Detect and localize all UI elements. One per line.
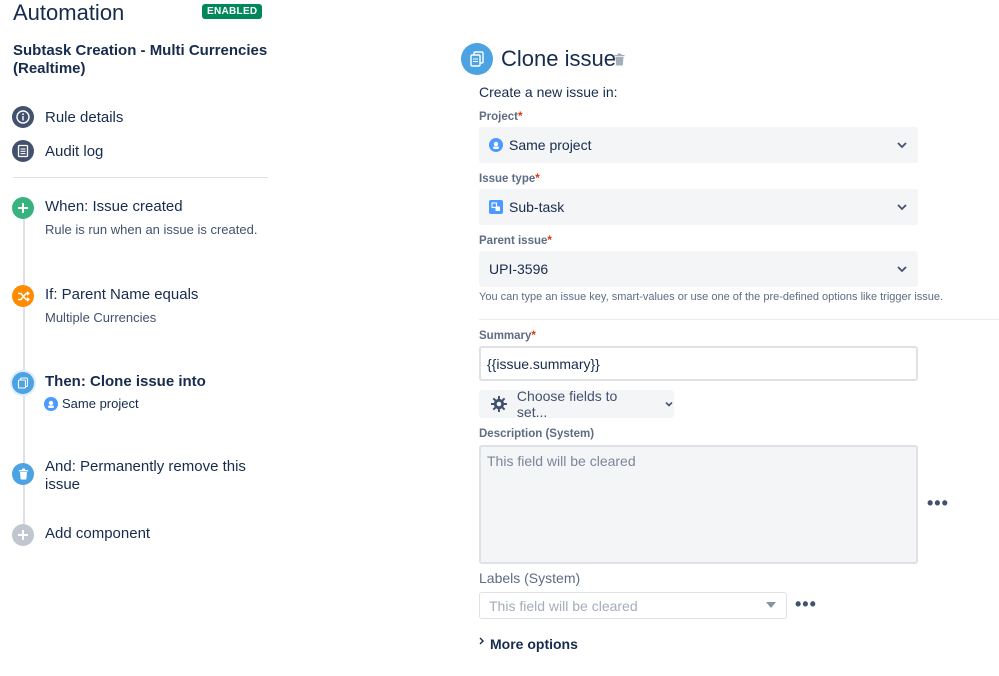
description-textarea[interactable]: This field will be cleared: [479, 445, 918, 564]
gear-icon: [490, 396, 507, 412]
trash-icon: [12, 463, 34, 485]
choose-fields-button[interactable]: Choose fields to set...: [479, 388, 674, 420]
nav-audit-log[interactable]: Audit log: [12, 139, 103, 163]
chevron-down-icon: [897, 204, 907, 211]
parent-issue-help: You can type an issue key, smart-values …: [479, 291, 944, 303]
project-select[interactable]: Same project: [479, 127, 918, 163]
add-component-button[interactable]: Add component: [12, 524, 272, 548]
step-subtitle: Rule is run when an issue is created.: [45, 222, 258, 237]
list-icon: [12, 140, 34, 162]
chevron-down-icon: [665, 401, 673, 407]
step-subtitle: Same project: [62, 396, 139, 411]
caret-down-icon: [766, 602, 776, 608]
step-title: If: Parent Name equals: [45, 286, 199, 303]
more-options-label: More options: [490, 636, 578, 652]
labels-select[interactable]: This field will be cleared: [479, 592, 787, 619]
divider: [13, 177, 268, 178]
rule-name: Subtask Creation - Multi Currencies (Rea…: [13, 42, 268, 77]
status-badge: ENABLED: [202, 4, 263, 19]
issue-type-label: Issue type*: [479, 173, 540, 185]
issue-type-value: Sub-task: [509, 199, 565, 215]
info-icon: [12, 106, 34, 128]
issue-type-select[interactable]: Sub-task: [479, 189, 918, 225]
shuffle-icon: [12, 285, 34, 307]
step-subtitle: Multiple Currencies: [45, 310, 157, 325]
parent-issue-select[interactable]: UPI-3596: [479, 251, 918, 287]
step-subtitle-row: Same project: [44, 396, 139, 411]
plus-icon: [12, 197, 34, 219]
parent-issue-label: Parent issue*: [479, 235, 552, 247]
nav-rule-details[interactable]: Rule details: [12, 105, 123, 129]
clone-icon: [461, 43, 493, 75]
create-in-label: Create a new issue in:: [479, 84, 618, 100]
step-title: Then: Clone issue into: [45, 373, 206, 390]
step-trigger[interactable]: When: Issue created Rule is run when an …: [12, 197, 272, 242]
chevron-down-icon: [897, 142, 907, 149]
project-value: Same project: [509, 137, 592, 153]
plus-icon: [12, 524, 34, 546]
summary-input[interactable]: {{issue.summary}}: [479, 346, 918, 381]
step-action-clone[interactable]: Then: Clone issue into Same project: [12, 372, 272, 417]
rule-sidebar: Automation ENABLED Subtask Creation - Mu…: [0, 0, 280, 676]
summary-label: Summary*: [479, 330, 536, 342]
description-label: Description (System): [479, 428, 595, 440]
description-more-icon[interactable]: •••: [927, 493, 949, 514]
clone-icon: [12, 372, 34, 394]
project-avatar-icon: [44, 396, 58, 411]
delete-component-icon[interactable]: [614, 53, 625, 71]
nav-label: Audit log: [45, 142, 104, 160]
step-action-delete[interactable]: And: Permanently remove this issue: [12, 457, 272, 497]
parent-issue-value: UPI-3596: [489, 261, 549, 277]
step-title: And: Permanently remove this issue: [45, 458, 246, 493]
step-title: Add component: [45, 525, 151, 542]
project-avatar-icon: [489, 138, 503, 152]
project-label: Project*: [479, 111, 523, 123]
labels-more-icon[interactable]: •••: [795, 594, 817, 615]
step-title: When: Issue created: [45, 198, 183, 215]
nav-label: Rule details: [45, 108, 124, 126]
page-title: Clone issue: [501, 46, 616, 71]
labels-label: Labels (System): [479, 570, 581, 586]
subtask-icon: [489, 200, 503, 214]
chevron-down-icon: [897, 266, 907, 273]
step-condition[interactable]: If: Parent Name equals Multiple Currenci…: [12, 285, 272, 330]
divider: [479, 319, 999, 320]
more-options-toggle[interactable]: More options: [478, 636, 578, 652]
app-title: Automation: [13, 0, 125, 25]
labels-placeholder: This field will be cleared: [489, 597, 638, 614]
choose-fields-label: Choose fields to set...: [516, 388, 618, 420]
chevron-right-icon: [479, 637, 484, 645]
